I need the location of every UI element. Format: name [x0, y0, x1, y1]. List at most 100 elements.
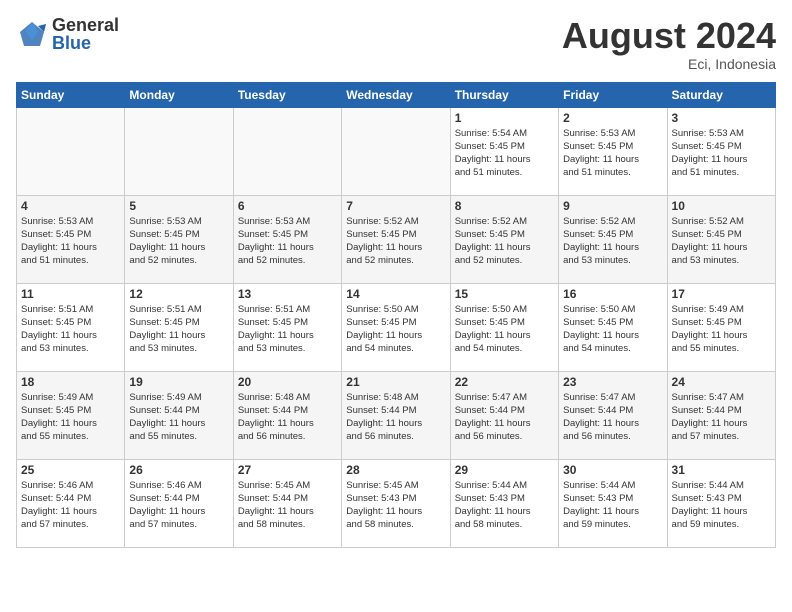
header-row: SundayMondayTuesdayWednesdayThursdayFrid…	[17, 82, 776, 107]
day-number: 13	[238, 287, 337, 301]
calendar-cell: 21 Sunrise: 5:48 AM Sunset: 5:44 PM Dayli…	[342, 371, 450, 459]
day-number: 4	[21, 199, 120, 213]
calendar-cell: 16 Sunrise: 5:50 AM Sunset: 5:45 PM Dayli…	[559, 283, 667, 371]
day-info: Sunrise: 5:50 AM Sunset: 5:45 PM Dayligh…	[455, 303, 554, 356]
day-info: Sunrise: 5:51 AM Sunset: 5:45 PM Dayligh…	[21, 303, 120, 356]
day-info: Sunrise: 5:48 AM Sunset: 5:44 PM Dayligh…	[238, 391, 337, 444]
calendar-cell: 8 Sunrise: 5:52 AM Sunset: 5:45 PM Daylig…	[450, 195, 558, 283]
day-info: Sunrise: 5:45 AM Sunset: 5:44 PM Dayligh…	[238, 479, 337, 532]
day-number: 6	[238, 199, 337, 213]
day-info: Sunrise: 5:49 AM Sunset: 5:45 PM Dayligh…	[672, 303, 771, 356]
day-number: 11	[21, 287, 120, 301]
calendar-cell: 26Sunrise: 5:46 AM Sunset: 5:44 PM Dayli…	[125, 459, 233, 547]
day-number: 31	[672, 463, 771, 477]
day-number: 22	[455, 375, 554, 389]
location: Eci, Indonesia	[562, 56, 776, 72]
calendar-cell: 28 Sunrise: 5:45 AM Sunset: 5:43 PM Dayli…	[342, 459, 450, 547]
calendar-cell	[342, 107, 450, 195]
day-info: Sunrise: 5:44 AM Sunset: 5:43 PM Dayligh…	[455, 479, 554, 532]
calendar-cell: 2Sunrise: 5:53 AM Sunset: 5:45 PM Daylig…	[559, 107, 667, 195]
day-number: 21	[346, 375, 445, 389]
day-number: 8	[455, 199, 554, 213]
day-number: 12	[129, 287, 228, 301]
calendar-cell: 30Sunrise: 5:44 AM Sunset: 5:43 PM Dayli…	[559, 459, 667, 547]
day-number: 25	[21, 463, 120, 477]
day-info: Sunrise: 5:51 AM Sunset: 5:45 PM Dayligh…	[129, 303, 228, 356]
calendar-cell: 12 Sunrise: 5:51 AM Sunset: 5:45 PM Dayli…	[125, 283, 233, 371]
title-block: August 2024 Eci, Indonesia	[562, 16, 776, 72]
day-number: 20	[238, 375, 337, 389]
day-info: Sunrise: 5:52 AM Sunset: 5:45 PM Dayligh…	[346, 215, 445, 268]
day-number: 27	[238, 463, 337, 477]
day-header-monday: Monday	[125, 82, 233, 107]
day-info: Sunrise: 5:46 AM Sunset: 5:44 PM Dayligh…	[129, 479, 228, 532]
day-number: 9	[563, 199, 662, 213]
header: General Blue August 2024 Eci, Indonesia	[16, 16, 776, 72]
day-header-tuesday: Tuesday	[233, 82, 341, 107]
logo-blue: Blue	[52, 34, 119, 52]
day-info: Sunrise: 5:53 AM Sunset: 5:45 PM Dayligh…	[129, 215, 228, 268]
day-number: 28	[346, 463, 445, 477]
calendar-cell: 25 Sunrise: 5:46 AM Sunset: 5:44 PM Dayli…	[17, 459, 125, 547]
day-info: Sunrise: 5:53 AM Sunset: 5:45 PM Dayligh…	[563, 127, 662, 180]
calendar-cell: 10 Sunrise: 5:52 AM Sunset: 5:45 PM Dayli…	[667, 195, 775, 283]
day-info: Sunrise: 5:47 AM Sunset: 5:44 PM Dayligh…	[455, 391, 554, 444]
week-row-2: 4 Sunrise: 5:53 AM Sunset: 5:45 PM Daylig…	[17, 195, 776, 283]
page: General Blue August 2024 Eci, Indonesia …	[0, 0, 792, 612]
day-number: 5	[129, 199, 228, 213]
month-year: August 2024	[562, 16, 776, 56]
week-row-1: 1Sunrise: 5:54 AM Sunset: 5:45 PM Daylig…	[17, 107, 776, 195]
day-header-friday: Friday	[559, 82, 667, 107]
day-info: Sunrise: 5:50 AM Sunset: 5:45 PM Dayligh…	[563, 303, 662, 356]
day-number: 7	[346, 199, 445, 213]
logo-icon	[16, 18, 48, 50]
day-info: Sunrise: 5:52 AM Sunset: 5:45 PM Dayligh…	[672, 215, 771, 268]
calendar-cell: 5 Sunrise: 5:53 AM Sunset: 5:45 PM Daylig…	[125, 195, 233, 283]
calendar-cell	[125, 107, 233, 195]
day-number: 10	[672, 199, 771, 213]
calendar-cell: 24Sunrise: 5:47 AM Sunset: 5:44 PM Dayli…	[667, 371, 775, 459]
calendar-cell: 3 Sunrise: 5:53 AM Sunset: 5:45 PM Daylig…	[667, 107, 775, 195]
day-info: Sunrise: 5:46 AM Sunset: 5:44 PM Dayligh…	[21, 479, 120, 532]
calendar-cell: 20 Sunrise: 5:48 AM Sunset: 5:44 PM Dayli…	[233, 371, 341, 459]
calendar-table: SundayMondayTuesdayWednesdayThursdayFrid…	[16, 82, 776, 548]
calendar-cell: 18Sunrise: 5:49 AM Sunset: 5:45 PM Dayli…	[17, 371, 125, 459]
day-info: Sunrise: 5:44 AM Sunset: 5:43 PM Dayligh…	[672, 479, 771, 532]
day-number: 1	[455, 111, 554, 125]
day-number: 23	[563, 375, 662, 389]
logo-text: General Blue	[52, 16, 119, 52]
day-number: 15	[455, 287, 554, 301]
calendar-cell: 13Sunrise: 5:51 AM Sunset: 5:45 PM Dayli…	[233, 283, 341, 371]
day-info: Sunrise: 5:48 AM Sunset: 5:44 PM Dayligh…	[346, 391, 445, 444]
day-info: Sunrise: 5:47 AM Sunset: 5:44 PM Dayligh…	[672, 391, 771, 444]
calendar-cell: 15 Sunrise: 5:50 AM Sunset: 5:45 PM Dayli…	[450, 283, 558, 371]
week-row-5: 25 Sunrise: 5:46 AM Sunset: 5:44 PM Dayli…	[17, 459, 776, 547]
day-number: 14	[346, 287, 445, 301]
day-info: Sunrise: 5:52 AM Sunset: 5:45 PM Dayligh…	[563, 215, 662, 268]
calendar-cell: 22 Sunrise: 5:47 AM Sunset: 5:44 PM Dayli…	[450, 371, 558, 459]
day-info: Sunrise: 5:53 AM Sunset: 5:45 PM Dayligh…	[672, 127, 771, 180]
day-info: Sunrise: 5:50 AM Sunset: 5:45 PM Dayligh…	[346, 303, 445, 356]
day-info: Sunrise: 5:47 AM Sunset: 5:44 PM Dayligh…	[563, 391, 662, 444]
day-info: Sunrise: 5:52 AM Sunset: 5:45 PM Dayligh…	[455, 215, 554, 268]
calendar-cell: 19 Sunrise: 5:49 AM Sunset: 5:44 PM Dayli…	[125, 371, 233, 459]
calendar-cell: 29 Sunrise: 5:44 AM Sunset: 5:43 PM Dayli…	[450, 459, 558, 547]
day-header-sunday: Sunday	[17, 82, 125, 107]
calendar-cell: 23 Sunrise: 5:47 AM Sunset: 5:44 PM Dayli…	[559, 371, 667, 459]
day-number: 3	[672, 111, 771, 125]
day-number: 17	[672, 287, 771, 301]
calendar-cell: 27 Sunrise: 5:45 AM Sunset: 5:44 PM Dayli…	[233, 459, 341, 547]
day-number: 19	[129, 375, 228, 389]
calendar-cell: 9 Sunrise: 5:52 AM Sunset: 5:45 PM Daylig…	[559, 195, 667, 283]
calendar-cell: 6 Sunrise: 5:53 AM Sunset: 5:45 PM Daylig…	[233, 195, 341, 283]
day-header-thursday: Thursday	[450, 82, 558, 107]
day-number: 29	[455, 463, 554, 477]
calendar-cell: 11 Sunrise: 5:51 AM Sunset: 5:45 PM Dayli…	[17, 283, 125, 371]
day-number: 16	[563, 287, 662, 301]
day-info: Sunrise: 5:49 AM Sunset: 5:44 PM Dayligh…	[129, 391, 228, 444]
day-number: 30	[563, 463, 662, 477]
day-info: Sunrise: 5:53 AM Sunset: 5:45 PM Dayligh…	[238, 215, 337, 268]
day-info: Sunrise: 5:45 AM Sunset: 5:43 PM Dayligh…	[346, 479, 445, 532]
calendar-cell	[17, 107, 125, 195]
logo-general: General	[52, 16, 119, 34]
